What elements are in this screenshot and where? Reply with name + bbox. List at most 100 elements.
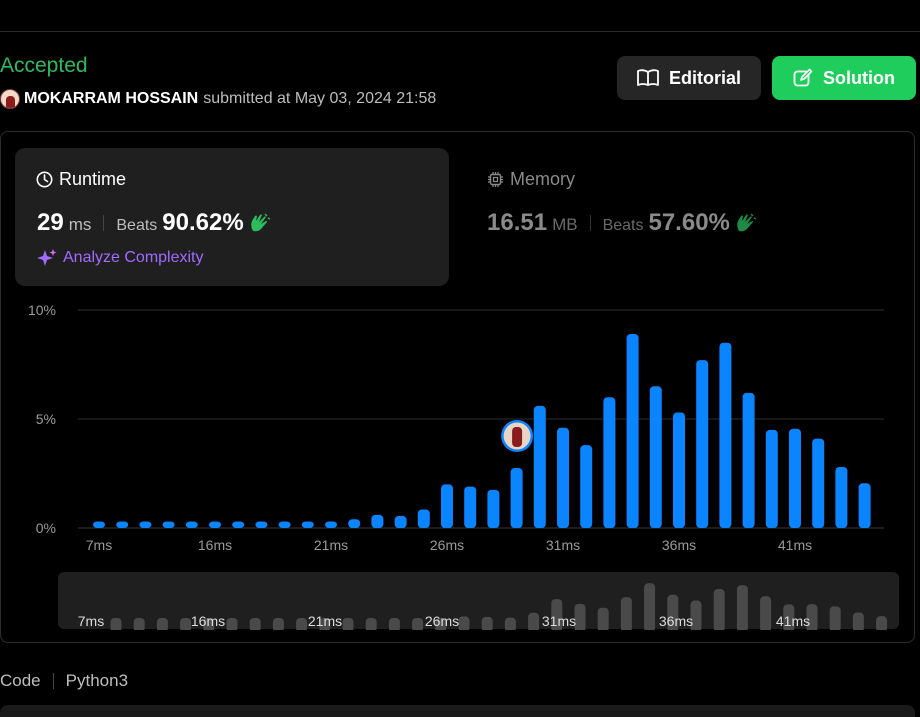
- chart-bar[interactable]: [139, 521, 152, 528]
- x-tick-label: 16ms: [198, 537, 232, 553]
- chart-bar[interactable]: [858, 483, 871, 528]
- chart-bar[interactable]: [742, 392, 755, 528]
- memory-beats-label: Beats: [602, 217, 644, 234]
- mini-bar: [156, 618, 168, 630]
- mini-bar: [876, 616, 888, 630]
- runtime-beats-label: Beats: [116, 217, 158, 234]
- code-label: Code: [0, 671, 41, 690]
- mini-bar: [504, 617, 516, 630]
- metric-divider: [103, 215, 105, 231]
- user-avatar[interactable]: [0, 89, 20, 109]
- chart-bar[interactable]: [441, 484, 453, 528]
- chart-bar[interactable]: [487, 489, 500, 528]
- x-tick-label: 26ms: [430, 537, 464, 553]
- mini-bar: [388, 618, 400, 630]
- chart-bar[interactable]: [325, 521, 337, 528]
- chart-bar[interactable]: [162, 521, 175, 528]
- mini-bar: [272, 618, 284, 630]
- chart-bar[interactable]: [255, 521, 268, 528]
- memory-value: 16.51: [487, 209, 548, 236]
- mini-bar: [713, 589, 725, 630]
- mini-bar: [249, 618, 261, 630]
- runtime-beats-percent: 90.62%: [162, 209, 244, 236]
- mini-bar: [644, 583, 656, 630]
- mini-bar: [852, 612, 864, 630]
- mini-bar: [760, 596, 772, 630]
- language-label: Python3: [65, 671, 129, 690]
- mini-tick-label: 21ms: [308, 613, 342, 629]
- chip-icon: [488, 172, 503, 187]
- chart-bar[interactable]: [185, 521, 198, 528]
- memory-beats-percent: 57.60%: [648, 209, 730, 236]
- chart-bar[interactable]: [348, 519, 361, 528]
- solution-button[interactable]: Solution: [772, 56, 916, 100]
- chart-bar[interactable]: [301, 521, 314, 528]
- chart-bar[interactable]: [789, 428, 801, 528]
- chart-bar[interactable]: [209, 521, 221, 528]
- sparkle-icon: [37, 249, 57, 266]
- edit-icon: [793, 68, 813, 87]
- editorial-label: Editorial: [668, 67, 741, 88]
- mini-distribution-chart[interactable]: 7ms 16ms 21ms 26ms 31ms 36ms 41ms: [0, 570, 920, 630]
- chart-bar[interactable]: [394, 516, 407, 528]
- chart-bar[interactable]: [510, 468, 523, 528]
- mini-bar: [620, 597, 632, 630]
- solution-label: Solution: [823, 67, 895, 88]
- y-tick-label: 0%: [36, 520, 56, 536]
- mini-bar: [180, 618, 192, 630]
- mini-bar: [365, 618, 377, 630]
- chart-bar[interactable]: [232, 521, 245, 528]
- x-tick-label: 41ms: [778, 537, 812, 553]
- chart-bar[interactable]: [417, 509, 430, 528]
- marker-figure: [512, 427, 523, 447]
- chart-bar[interactable]: [580, 445, 593, 528]
- mini-tick-label: 7ms: [78, 613, 104, 629]
- editorial-button[interactable]: Editorial: [617, 56, 761, 100]
- memory-title[interactable]: Memory: [487, 169, 575, 190]
- analyze-complexity-link[interactable]: Analyze Complexity: [37, 248, 204, 268]
- chart-bar[interactable]: [371, 514, 384, 528]
- mini-bar: [412, 618, 424, 630]
- chart-bar[interactable]: [696, 360, 709, 528]
- runtime-value: 29: [37, 209, 64, 236]
- y-tick-label: 10%: [28, 302, 56, 318]
- chart-bar[interactable]: [812, 438, 825, 528]
- y-tick-label: 5%: [36, 411, 56, 427]
- chart-bar[interactable]: [603, 397, 616, 528]
- book-icon: [637, 69, 659, 86]
- chart-bar[interactable]: [719, 342, 732, 528]
- your-submission-marker[interactable]: [501, 420, 534, 452]
- chart-bar[interactable]: [93, 521, 105, 528]
- mini-tick-label: 31ms: [542, 613, 576, 629]
- memory-metric: 16.51 MB Beats 57.60%: [487, 209, 757, 237]
- mini-bar: [458, 616, 470, 630]
- x-tick-label: 36ms: [662, 537, 696, 553]
- chart-bar[interactable]: [673, 412, 685, 528]
- header-divider: [0, 31, 920, 32]
- chart-bar[interactable]: [278, 521, 291, 528]
- chart-bar[interactable]: [533, 405, 546, 528]
- clap-hands-icon: [737, 213, 757, 232]
- runtime-metric: 29 ms Beats 90.62%: [37, 209, 271, 237]
- mini-bar: [597, 607, 609, 630]
- username-link[interactable]: MOKARRAM HOSSAIN: [24, 90, 198, 108]
- mini-bar: [528, 612, 540, 630]
- submitted-timestamp: submitted at May 03, 2024 21:58: [203, 90, 437, 107]
- runtime-distribution-chart[interactable]: 10% 5% 0% 7ms 16ms 21ms 26ms 31ms 36ms 41ms: [0, 290, 920, 560]
- chart-bar[interactable]: [557, 427, 569, 528]
- mini-bar: [110, 618, 122, 630]
- chart-bar[interactable]: [649, 386, 662, 528]
- chart-bar[interactable]: [116, 521, 129, 528]
- mini-bar: [574, 603, 586, 630]
- clock-icon: [36, 171, 53, 188]
- code-divider: [52, 673, 54, 689]
- metric-divider: [589, 215, 591, 231]
- chart-bar[interactable]: [464, 486, 477, 528]
- x-tick-label: 31ms: [546, 537, 580, 553]
- mini-tick-label: 16ms: [191, 613, 225, 629]
- mini-bar: [296, 618, 308, 630]
- x-tick-label: 7ms: [86, 537, 112, 553]
- chart-bar[interactable]: [765, 429, 778, 528]
- chart-bar[interactable]: [626, 333, 639, 528]
- chart-bar[interactable]: [835, 466, 848, 528]
